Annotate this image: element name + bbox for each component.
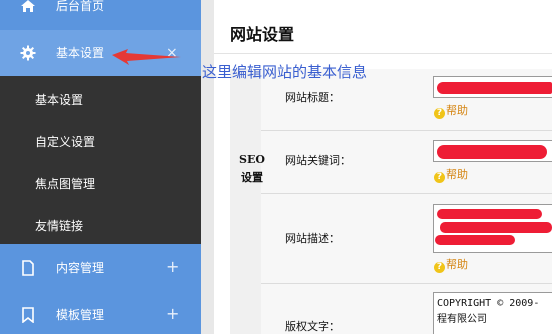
document-icon: [22, 260, 34, 276]
sidebar-item-home[interactable]: 后台首页: [0, 0, 201, 29]
expand-icon[interactable]: +: [166, 304, 179, 324]
submenu-item-basic-settings[interactable]: 基本设置: [0, 79, 201, 121]
sidebar: 后台首页 基本设置 × 基本设置 自定义设置 焦点图管理 友情链接 内容管理 +…: [0, 0, 201, 334]
redaction-mark: [437, 209, 542, 219]
help-text: 帮助: [446, 258, 468, 271]
sidebar-item-label: 基本设置: [56, 46, 105, 60]
submenu-item-label: 自定义设置: [35, 135, 96, 149]
site-title-label: 网站标题：: [285, 91, 340, 104]
copyright-line: COPYRIGHT © 2009-: [437, 298, 540, 309]
help-link[interactable]: ? 帮助: [434, 168, 468, 183]
admin-screen: 后台首页 基本设置 × 基本设置 自定义设置 焦点图管理 友情链接 内容管理 +…: [0, 0, 552, 334]
sidebar-item-label: 模板管理: [56, 308, 105, 322]
help-text: 帮助: [446, 168, 468, 181]
copyright-value: COPYRIGHT © 2009- 程有限公司: [437, 296, 539, 328]
help-text: 帮助: [446, 104, 468, 117]
annotation-text: 这里编辑网站的基本信息: [202, 63, 368, 81]
page-title: 网站设置: [230, 25, 295, 44]
sidebar-item-basic-settings[interactable]: 基本设置 ×: [0, 30, 201, 76]
section-label-text: SEO设置: [239, 153, 265, 184]
submenu-basic-settings: 基本设置 自定义设置 焦点图管理 友情链接: [0, 76, 201, 244]
submenu-item-label: 焦点图管理: [35, 177, 96, 191]
sidebar-item-templates[interactable]: 模板管理 +: [0, 292, 201, 334]
copyright-label: 版权文字：: [285, 320, 340, 333]
sidebar-item-content[interactable]: 内容管理 +: [0, 245, 201, 291]
keywords-label: 网站关键词：: [285, 154, 351, 167]
sidebar-item-label: 后台首页: [56, 0, 105, 13]
submenu-item-label: 友情链接: [35, 219, 84, 233]
divider: [261, 193, 552, 194]
help-icon: ?: [434, 262, 445, 273]
submenu-item-friend-links[interactable]: 友情链接: [0, 205, 201, 247]
copyright-line: 程有限公司: [437, 314, 487, 325]
submenu-item-custom-settings[interactable]: 自定义设置: [0, 121, 201, 163]
description-label: 网站描述：: [285, 232, 340, 245]
redaction-mark: [437, 82, 552, 94]
home-icon: [21, 0, 35, 12]
expand-icon[interactable]: +: [166, 257, 179, 277]
help-icon: ?: [434, 108, 445, 119]
bookmark-icon: [22, 307, 34, 323]
gear-icon: [20, 45, 36, 61]
sidebar-item-label: 内容管理: [56, 261, 105, 275]
divider: [214, 53, 552, 54]
section-label-seo: SEO设置: [239, 151, 265, 187]
collapse-icon[interactable]: ×: [166, 43, 178, 63]
submenu-item-label: 基本设置: [35, 93, 84, 107]
redaction-mark: [437, 145, 547, 159]
submenu-item-focus-images[interactable]: 焦点图管理: [0, 163, 201, 205]
help-link[interactable]: ? 帮助: [434, 258, 468, 273]
help-link[interactable]: ? 帮助: [434, 104, 468, 119]
redaction-mark: [435, 235, 515, 245]
divider: [261, 130, 552, 131]
redaction-mark: [440, 222, 552, 233]
divider: [261, 283, 552, 284]
help-icon: ?: [434, 172, 445, 183]
